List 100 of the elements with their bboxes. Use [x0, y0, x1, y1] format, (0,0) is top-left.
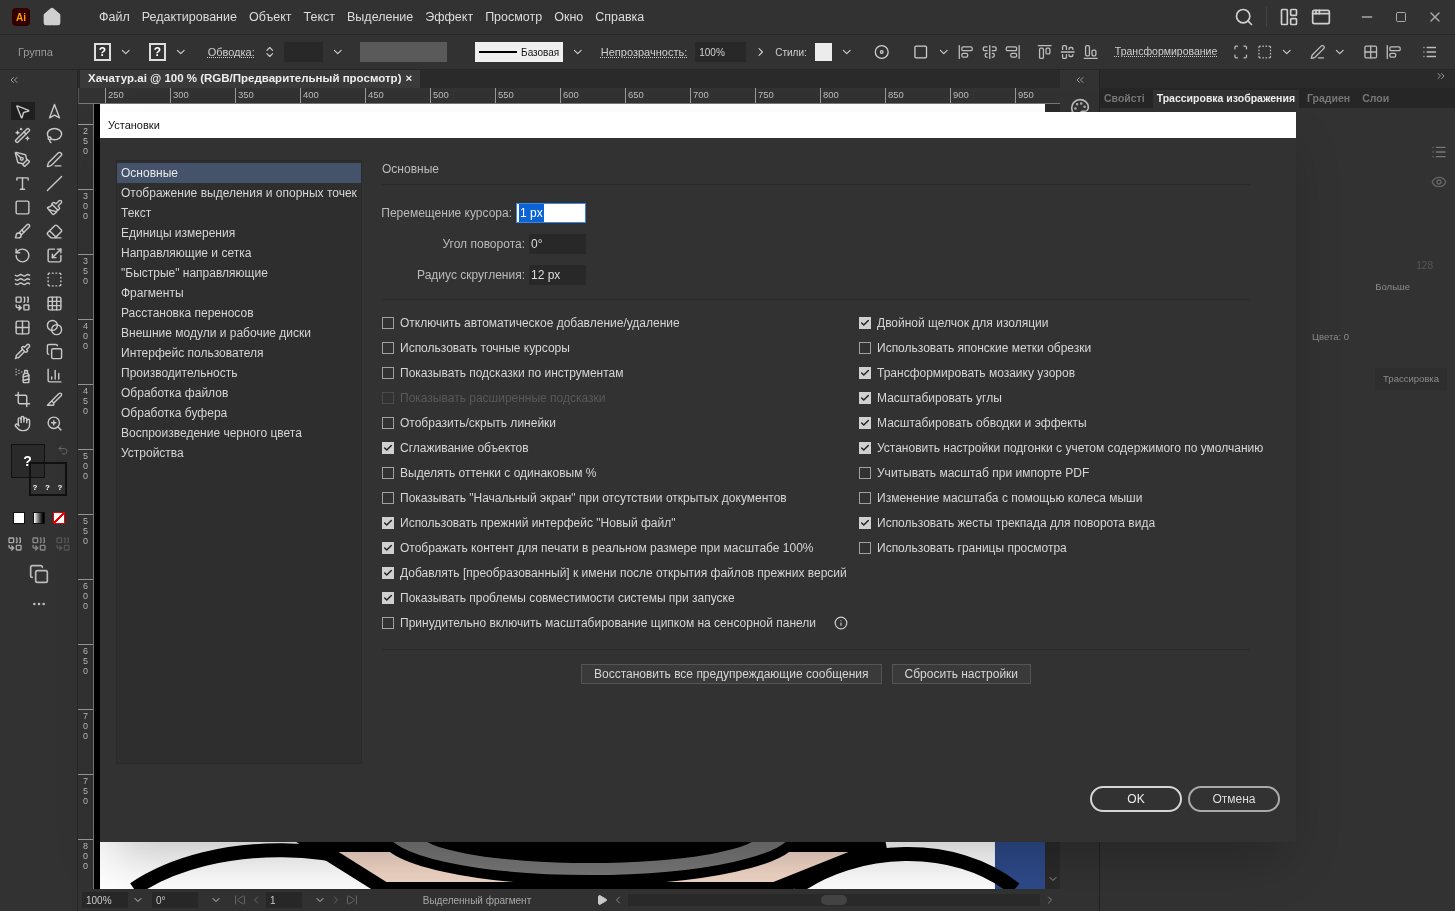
field-label: Перемещение курсора:: [381, 205, 512, 222]
stroke-swatch[interactable]: ?: [148, 43, 167, 61]
brush-field[interactable]: Базовая: [475, 42, 564, 62]
checkbox[interactable]: [382, 341, 394, 354]
transform-link[interactable]: Трансформирование: [1114, 44, 1218, 60]
opacity-field[interactable]: 100%: [695, 42, 746, 62]
category-item[interactable]: Устройства: [117, 443, 361, 463]
dialog-button[interactable]: Восстановить все предупреждающие сообщения: [580, 664, 882, 684]
checkbox[interactable]: [382, 366, 394, 379]
menu-item[interactable]: Текст: [298, 7, 341, 27]
isolate-icon[interactable]: [1233, 44, 1249, 60]
recolor-icon[interactable]: [873, 44, 890, 60]
search-icon[interactable]: [1234, 7, 1254, 27]
align-center-icon[interactable]: [981, 44, 998, 60]
expand-panel-icon[interactable]: [1435, 70, 1447, 82]
window-icon[interactable]: [1311, 7, 1331, 27]
artboard-field[interactable]: 1: [266, 892, 302, 908]
option-label: Использовать жесты трекпада для поворота вида: [877, 514, 1156, 532]
default-fill-swatch[interactable]: [12, 512, 25, 524]
gradient-swatch[interactable]: [32, 512, 45, 524]
none-swatch[interactable]: [52, 512, 65, 524]
document-setup-icon[interactable]: [913, 44, 929, 60]
menu-item[interactable]: Эффект: [420, 7, 479, 27]
arrow-pointer-tool[interactable]: [10, 102, 35, 120]
document-tab[interactable]: Хачатур.ai @ 100 % (RGB/Предварительный просмотр) ×: [80, 70, 421, 88]
maximize-icon[interactable]: [1395, 11, 1407, 23]
category-item[interactable]: "Быстрые" направляющие: [117, 263, 361, 283]
menu-item[interactable]: Справка: [590, 7, 650, 27]
menu-item[interactable]: Редактирование: [136, 7, 242, 27]
option-label: Отображать контент для печати в реальном размере при масштабе 100%: [400, 539, 814, 557]
home-icon[interactable]: [42, 7, 62, 27]
checkbox[interactable]: [859, 491, 871, 504]
trace-button[interactable]: Трассировка: [1375, 368, 1447, 391]
style-swatch[interactable]: [814, 43, 833, 61]
fill-swatch[interactable]: ?: [93, 43, 112, 61]
category-item[interactable]: Воспроизведение черного цвета: [117, 423, 361, 443]
category-item[interactable]: Производительность: [117, 363, 361, 383]
tab-close-button[interactable]: ×: [405, 70, 413, 88]
checkbox[interactable]: [859, 341, 871, 354]
checkbox[interactable]: [382, 466, 394, 479]
stroke-box[interactable]: ? ? ?: [28, 462, 67, 496]
category-item[interactable]: Фрагменты: [117, 283, 361, 303]
cancel-button[interactable]: Отмена: [1188, 786, 1280, 812]
checkbox[interactable]: [382, 616, 394, 629]
align-top-icon[interactable]: [1036, 44, 1052, 60]
category-item[interactable]: Текст: [117, 203, 361, 223]
category-item[interactable]: Отображение выделения и опорных точек: [117, 183, 361, 203]
horizontal-scrollbar[interactable]: [628, 894, 1040, 906]
align-left-icon[interactable]: [958, 44, 974, 60]
panel-tab[interactable]: Трассировка изображения: [1152, 90, 1299, 108]
collapse-icon[interactable]: [8, 74, 20, 86]
select-similar-icon[interactable]: [1256, 44, 1273, 60]
checkbox[interactable]: [859, 466, 871, 479]
category-item[interactable]: Единицы измерения: [117, 223, 361, 243]
panel-menu-icon[interactable]: [1421, 44, 1438, 60]
preset-list-icon[interactable]: [1431, 144, 1447, 160]
rotation-field[interactable]: 0°: [152, 892, 198, 908]
dialog-title: Установки: [108, 117, 160, 133]
workspace-icon[interactable]: [1279, 7, 1299, 27]
category-item[interactable]: Основные: [117, 163, 361, 183]
play-icon[interactable]: [596, 894, 608, 906]
menu-item[interactable]: Файл: [94, 7, 135, 27]
arrange-icon[interactable]: [1362, 44, 1379, 60]
option-label: Использовать прежний интерфейс "Новый файл": [400, 514, 676, 532]
opacity-label[interactable]: Непрозрачность:: [600, 43, 688, 61]
vertical-ruler: 250 300 350 400 450 500 550 600 650 700 750 800: [78, 104, 94, 889]
category-item[interactable]: Внешние модули и рабочие диски: [117, 323, 361, 343]
stroke-label[interactable]: Обводка:: [207, 43, 255, 61]
distribute-icon[interactable]: [1386, 44, 1402, 60]
variable-width-field[interactable]: [360, 42, 448, 62]
category-item[interactable]: Обработка буфера: [117, 403, 361, 423]
ok-button[interactable]: OK: [1090, 786, 1182, 812]
option-label: Показывать "Начальный экран" при отсутствии открытых документов: [400, 489, 787, 507]
dialog-button[interactable]: Сбросить настройки: [891, 664, 1032, 684]
more-toggle[interactable]: Больше: [1375, 280, 1410, 295]
value-field[interactable]: 0°: [529, 234, 586, 254]
screen-mode-icon[interactable]: [28, 564, 49, 584]
menu-item[interactable]: Выделение: [342, 7, 419, 27]
checkbox[interactable]: [382, 316, 394, 329]
option-label: Отключить автоматическое добавление/удаление: [400, 314, 680, 332]
info-icon[interactable]: [834, 615, 848, 630]
section-title: Основные: [382, 160, 1250, 185]
category-item[interactable]: Интерфейс пользователя: [117, 343, 361, 363]
category-item[interactable]: Направляющие и сетка: [117, 243, 361, 263]
checkbox[interactable]: [382, 491, 394, 504]
checkbox[interactable]: [859, 541, 871, 554]
value-field[interactable]: 12 px: [529, 265, 586, 285]
category-item[interactable]: Обработка файлов: [117, 383, 361, 403]
zoom-field[interactable]: 100%: [82, 892, 128, 908]
align-bottom-icon[interactable]: [1083, 44, 1099, 60]
align-middle-icon[interactable]: [1059, 44, 1076, 60]
menu-item[interactable]: Объект: [243, 7, 297, 27]
edit-icon[interactable]: [1309, 44, 1326, 60]
menu-item[interactable]: Окно: [549, 7, 589, 27]
value-field[interactable]: 1 px: [516, 203, 586, 223]
checkbox[interactable]: [382, 416, 394, 429]
category-item[interactable]: Расстановка переносов: [117, 303, 361, 323]
fill-box[interactable]: ?: [10, 444, 45, 478]
align-right-icon[interactable]: [1005, 44, 1021, 60]
menu-item[interactable]: Просмотр: [480, 7, 548, 27]
